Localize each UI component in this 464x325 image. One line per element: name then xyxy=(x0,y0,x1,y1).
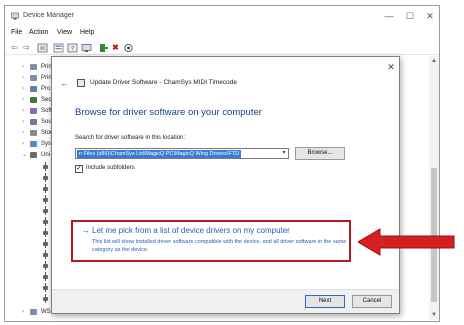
pick-driver-from-list-option[interactable]: → Let me pick from a list of device driv… xyxy=(71,220,351,262)
scroll-down-icon[interactable]: ▼ xyxy=(429,310,439,320)
chevron-right-icon[interactable]: › xyxy=(22,95,28,105)
minimize-button[interactable]: — xyxy=(381,9,397,23)
driver-path-value: n Files (x86)\ChamSys Ltd\MagicQ PC\Magi… xyxy=(77,150,242,158)
vertical-scrollbar[interactable]: ▲ ▼ xyxy=(429,56,439,320)
red-pointer-arrow-icon xyxy=(358,228,455,256)
chevron-right-icon[interactable]: › xyxy=(22,84,28,94)
chevron-right-icon[interactable]: › xyxy=(22,106,28,116)
scroll-up-icon[interactable]: ▲ xyxy=(429,56,439,66)
close-dialog-button[interactable]: ✕ xyxy=(385,61,397,73)
system-icon xyxy=(30,141,37,147)
usb-icon xyxy=(30,152,37,158)
dialog-footer: Next Cancel xyxy=(52,289,399,313)
chevron-right-icon[interactable]: › xyxy=(22,307,28,317)
pick-option-description: This list will show installed driver sof… xyxy=(92,239,347,253)
device-manager-icon xyxy=(11,12,19,20)
chevron-down-icon[interactable]: ▾ xyxy=(279,148,289,159)
update-driver-icon[interactable] xyxy=(98,43,109,53)
search-location-label: Search for driver software in this locat… xyxy=(75,135,186,141)
chevron-right-icon[interactable]: › xyxy=(22,139,28,149)
list-icon[interactable] xyxy=(53,43,64,53)
scan-icon[interactable] xyxy=(123,43,134,53)
forward-arrow-icon[interactable]: ⇨ xyxy=(21,43,32,53)
wsd-icon xyxy=(30,309,37,315)
chevron-right-icon[interactable]: › xyxy=(22,73,28,83)
device-icon xyxy=(77,79,85,87)
sound-icon xyxy=(30,119,37,125)
dialog-title: Update Driver Software - ChamSys MIDI Ti… xyxy=(90,79,238,86)
software-icon xyxy=(30,108,37,114)
menu-action[interactable]: Action xyxy=(29,29,48,36)
include-subfolders-label: Include subfolders xyxy=(86,165,135,171)
printer-icon xyxy=(30,64,37,70)
back-button[interactable]: ← xyxy=(60,78,72,88)
storage-icon xyxy=(30,130,37,136)
chevron-down-icon[interactable]: ⌄ xyxy=(22,150,28,160)
browse-button[interactable]: Browse... xyxy=(295,147,345,160)
update-driver-dialog: ✕ ← Update Driver Software - ChamSys MID… xyxy=(51,56,400,314)
cancel-button[interactable]: Cancel xyxy=(352,295,392,308)
printer-icon xyxy=(30,75,37,81)
dialog-heading: Browse for driver software on your compu… xyxy=(75,107,262,118)
menu-view[interactable]: View xyxy=(57,29,72,36)
chevron-right-icon[interactable]: › xyxy=(22,128,28,138)
maximize-button[interactable]: ☐ xyxy=(402,9,418,23)
menu-file[interactable]: File xyxy=(11,29,22,36)
arrow-right-icon: → xyxy=(81,225,90,235)
menu-help[interactable]: Help xyxy=(80,29,94,36)
pick-option-title[interactable]: Let me pick from a list of device driver… xyxy=(92,226,290,235)
chevron-right-icon[interactable]: › xyxy=(22,62,28,72)
chevron-right-icon[interactable]: › xyxy=(22,117,28,127)
title-bar: Device Manager — ☐ ✕ xyxy=(5,6,439,26)
next-button[interactable]: Next xyxy=(305,295,345,308)
properties-icon[interactable] xyxy=(37,43,48,53)
close-window-button[interactable]: ✕ xyxy=(422,9,438,23)
include-subfolders-checkbox[interactable]: ✓ xyxy=(75,165,83,173)
back-arrow-icon[interactable]: ⇦ xyxy=(9,43,20,53)
uninstall-icon[interactable]: ✖ xyxy=(110,43,121,53)
processor-icon xyxy=(30,86,37,92)
security-icon xyxy=(30,97,37,103)
monitor-icon[interactable] xyxy=(81,43,92,53)
window-title: Device Manager xyxy=(23,12,74,19)
toolbar: ⇦ ⇨ ? ✖ xyxy=(5,41,439,55)
menu-bar: File Action View Help xyxy=(5,26,439,40)
driver-path-input[interactable]: n Files (x86)\ChamSys Ltd\MagicQ PC\Magi… xyxy=(75,148,289,159)
help-icon[interactable]: ? xyxy=(67,43,78,53)
